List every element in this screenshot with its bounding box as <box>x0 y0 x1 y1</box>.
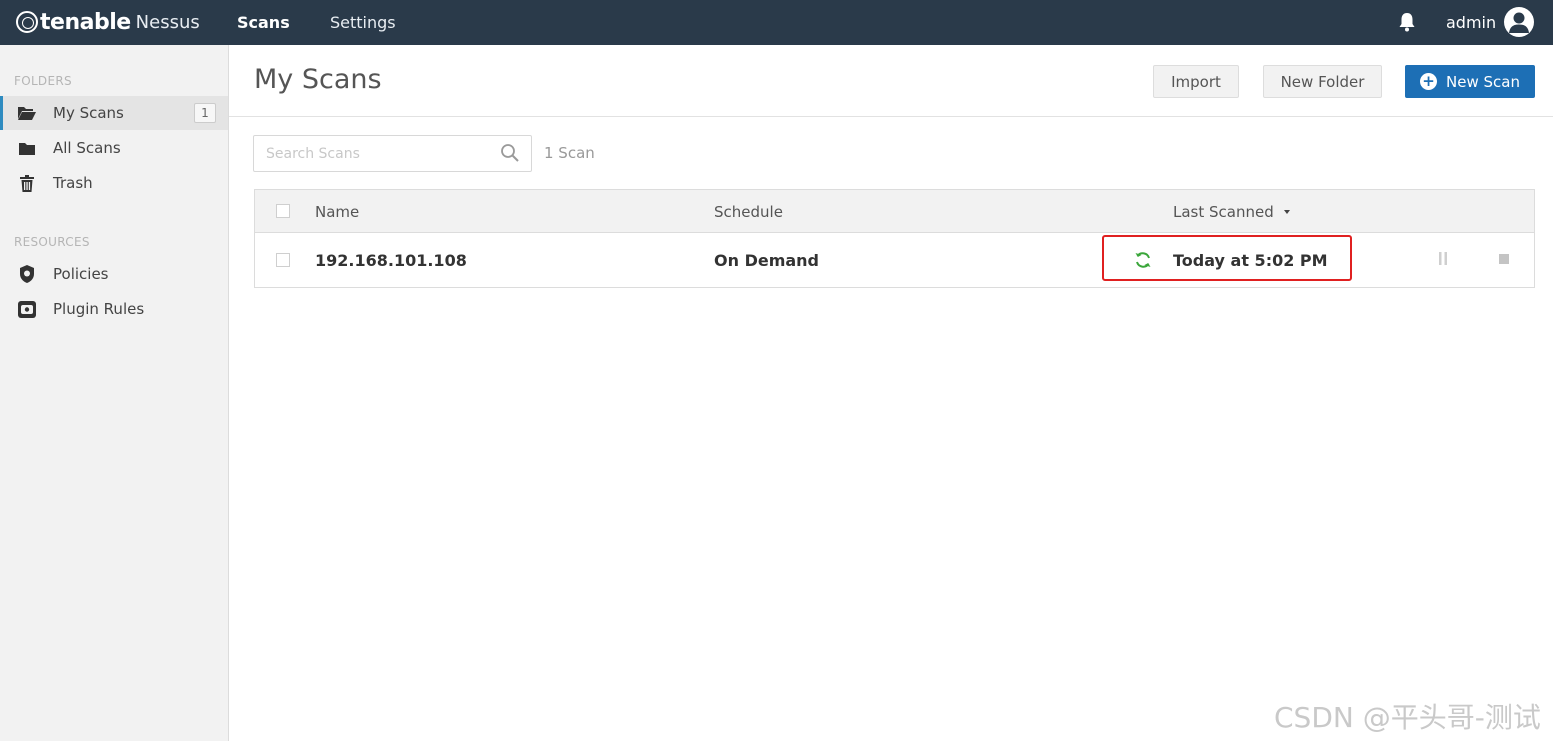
import-button[interactable]: Import <box>1153 65 1239 98</box>
folder-open-icon <box>17 104 37 122</box>
last-scanned-label: Last Scanned <box>1173 202 1274 221</box>
sort-caret-icon <box>1283 209 1290 214</box>
scans-table: Name Schedule Last Scanned 192.168.101.1… <box>254 189 1535 288</box>
column-header-schedule[interactable]: Schedule <box>714 190 783 233</box>
logo-brand: tenable <box>40 9 131 35</box>
table-row[interactable]: 192.168.101.108 On Demand Today at 5:02 … <box>255 233 1534 287</box>
search-icon[interactable] <box>500 143 520 163</box>
sidebar-item-label: My Scans <box>53 104 124 122</box>
folders-label: FOLDERS <box>14 74 72 88</box>
row-checkbox[interactable] <box>276 253 290 267</box>
top-bar: tenable Nessus Scans Settings admin <box>0 0 1553 45</box>
plus-circle-icon: + <box>1420 73 1438 90</box>
logo-product: Nessus <box>135 11 200 33</box>
pause-icon[interactable] <box>1438 252 1448 265</box>
search-input[interactable] <box>266 144 486 164</box>
logo-ring-icon <box>16 11 38 33</box>
new-scan-button[interactable]: + New Scan <box>1405 65 1535 98</box>
sidebar: FOLDERS My Scans 1 All Scans Trash RESOU… <box>0 45 229 741</box>
resources-label: RESOURCES <box>14 235 90 249</box>
scan-name[interactable]: 192.168.101.108 <box>315 233 467 287</box>
running-refresh-icon <box>1135 252 1151 268</box>
sidebar-item-label: All Scans <box>53 139 121 157</box>
sidebar-item-policies[interactable]: Policies <box>0 257 228 291</box>
tenable-logo[interactable]: tenable Nessus <box>16 8 200 36</box>
scan-count-badge: 1 <box>194 103 216 123</box>
column-header-name[interactable]: Name <box>315 190 359 233</box>
page-title: My Scans <box>254 64 382 95</box>
nav-scans[interactable]: Scans <box>237 0 290 45</box>
search-box[interactable] <box>253 135 532 172</box>
scan-last-scanned: Today at 5:02 PM <box>1173 250 1328 270</box>
sidebar-item-all-scans[interactable]: All Scans <box>0 131 228 165</box>
sidebar-item-label: Policies <box>53 265 109 283</box>
watermark: CSDN @平头哥-测试 <box>1274 701 1541 734</box>
scan-count: 1 Scan <box>544 144 595 162</box>
sidebar-item-label: Trash <box>53 174 93 192</box>
trash-icon <box>17 174 37 192</box>
user-avatar-icon[interactable] <box>1504 7 1534 37</box>
select-all-checkbox[interactable] <box>276 204 290 218</box>
shield-icon <box>17 265 37 283</box>
sidebar-item-plugin-rules[interactable]: Plugin Rules <box>0 292 228 326</box>
bell-icon[interactable] <box>1398 12 1416 32</box>
plugin-rules-icon <box>17 300 37 318</box>
sidebar-item-my-scans[interactable]: My Scans 1 <box>0 96 228 130</box>
folder-icon <box>17 139 37 157</box>
stop-icon[interactable] <box>1499 254 1509 264</box>
sidebar-item-trash[interactable]: Trash <box>0 166 228 200</box>
user-name[interactable]: admin <box>1446 0 1496 45</box>
nav-settings[interactable]: Settings <box>330 0 396 45</box>
sidebar-item-label: Plugin Rules <box>53 300 145 318</box>
new-scan-label: New Scan <box>1446 72 1520 91</box>
table-header: Name Schedule Last Scanned <box>255 190 1534 233</box>
header-divider <box>229 116 1553 117</box>
new-folder-button[interactable]: New Folder <box>1263 65 1382 98</box>
column-header-last-scanned[interactable]: Last Scanned <box>1173 190 1291 233</box>
scan-schedule: On Demand <box>714 250 820 270</box>
